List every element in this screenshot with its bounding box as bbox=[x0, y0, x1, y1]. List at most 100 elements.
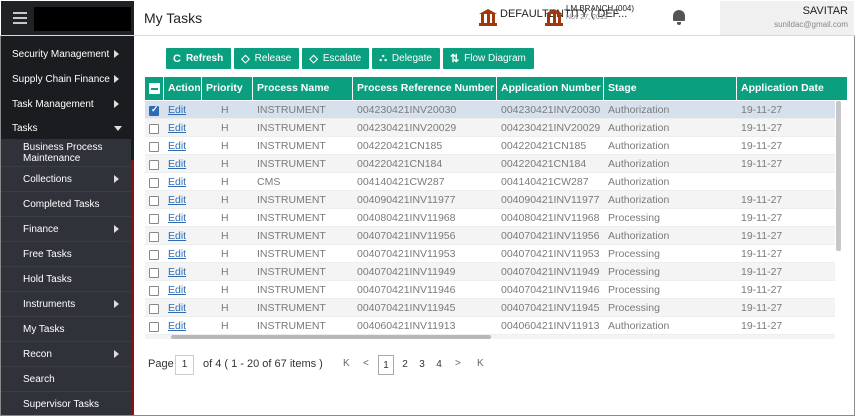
edit-link[interactable]: Edit bbox=[164, 119, 202, 137]
column-header-application-date[interactable]: Application Date bbox=[737, 77, 847, 100]
sidebar-item-collections[interactable]: Collections bbox=[1, 167, 131, 191]
delegate-label: Delegate bbox=[391, 53, 432, 64]
sidebar-item-recon[interactable]: Recon bbox=[1, 342, 131, 366]
row-checkbox[interactable] bbox=[149, 322, 159, 332]
priority-cell: H bbox=[221, 320, 229, 332]
edit-link[interactable]: Edit bbox=[164, 155, 202, 173]
flow-diagram-button[interactable]: ⇅ Flow Diagram bbox=[442, 48, 534, 69]
column-header-process-name[interactable]: Process Name bbox=[253, 77, 353, 100]
row-checkbox[interactable] bbox=[149, 304, 159, 314]
flow-diagram-icon: ⇅ bbox=[449, 53, 460, 65]
table-row[interactable]: Edit H INSTRUMENT 004070421INV11949 00407042… bbox=[145, 263, 835, 281]
column-header-priority[interactable]: Priority bbox=[202, 77, 253, 100]
row-checkbox[interactable] bbox=[149, 160, 159, 170]
table-row[interactable]: Edit H INSTRUMENT 004070421INV11945 00407042… bbox=[145, 299, 835, 317]
page-4-button[interactable]: 4 bbox=[431, 355, 447, 375]
page-number-input[interactable]: 1 bbox=[175, 355, 194, 375]
select-all-checkbox[interactable] bbox=[149, 83, 160, 94]
table-row[interactable]: Edit H INSTRUMENT 004230421INV20029 00423042… bbox=[145, 119, 835, 137]
refresh-label: Refresh bbox=[185, 53, 224, 64]
table-horizontal-scrollbar[interactable] bbox=[171, 335, 491, 339]
delegate-button[interactable]: ⛬ Delegate bbox=[372, 48, 440, 69]
next-page-button[interactable]: > bbox=[455, 358, 461, 369]
column-header-process-reference-number[interactable]: Process Reference Number bbox=[353, 77, 497, 100]
table-row[interactable]: Edit H INSTRUMENT 004070421INV11956 00407042… bbox=[145, 227, 835, 245]
sidebar-item-hold-tasks[interactable]: Hold Tasks bbox=[1, 267, 131, 291]
edit-link[interactable]: Edit bbox=[164, 263, 202, 281]
sidebar-item-label: Recon bbox=[23, 349, 52, 360]
sidebar-item-my-tasks[interactable]: My Tasks bbox=[1, 317, 131, 341]
row-checkbox[interactable] bbox=[149, 286, 159, 296]
sidebar-item-task-management[interactable]: Task Management bbox=[1, 94, 131, 114]
table-row[interactable]: Edit H INSTRUMENT 004220421CN184 004220421CN… bbox=[145, 155, 835, 173]
process-name-cell: INSTRUMENT bbox=[257, 266, 326, 278]
sidebar-item-tasks[interactable]: Tasks bbox=[1, 118, 131, 138]
edit-link[interactable]: Edit bbox=[164, 137, 202, 155]
row-checkbox[interactable] bbox=[149, 142, 159, 152]
application-date-cell: 19-11-27 bbox=[741, 140, 783, 152]
sidebar-item-business-process-maintenance[interactable]: Business Process Maintenance bbox=[1, 139, 131, 166]
row-checkbox[interactable] bbox=[149, 250, 159, 260]
table-row[interactable]: Edit H INSTRUMENT 004080421INV11968 00408042… bbox=[145, 209, 835, 227]
table-row[interactable]: Edit H INSTRUMENT 004060421INV11913 00406042… bbox=[145, 317, 835, 335]
page-info: of 4 ( 1 - 20 of 67 items ) bbox=[203, 358, 323, 370]
release-button[interactable]: ◇ Release bbox=[234, 48, 300, 69]
row-checkbox[interactable] bbox=[149, 232, 159, 242]
row-checkbox[interactable] bbox=[149, 104, 159, 116]
edit-link[interactable]: Edit bbox=[164, 101, 202, 119]
table-row[interactable]: Edit H INSTRUMENT 004230421INV20030 00423042… bbox=[145, 101, 835, 119]
menu-toggle-button[interactable] bbox=[1, 1, 134, 35]
edit-link[interactable]: Edit bbox=[164, 299, 202, 317]
sidebar-item-search[interactable]: Search bbox=[1, 367, 131, 391]
row-checkbox[interactable] bbox=[149, 178, 159, 188]
edit-link[interactable]: Edit bbox=[164, 245, 202, 263]
prev-page-button[interactable]: < bbox=[363, 358, 369, 369]
edit-link[interactable]: Edit bbox=[164, 173, 202, 191]
page-2-button[interactable]: 2 bbox=[397, 355, 413, 375]
escalate-button[interactable]: ◇ Escalate bbox=[302, 48, 370, 69]
process-name-cell: CMS bbox=[257, 176, 281, 188]
table-row[interactable]: Edit H INSTRUMENT 004090421INV11977 00409042… bbox=[145, 191, 835, 209]
column-header-action[interactable]: Action bbox=[164, 77, 202, 100]
edit-link[interactable]: Edit bbox=[164, 227, 202, 245]
first-page-button[interactable]: K bbox=[343, 358, 350, 369]
table-row[interactable]: Edit H CMS 004140421CW287 004140421CW287 Auth… bbox=[145, 173, 835, 191]
sidebar-item-finance[interactable]: Finance bbox=[1, 217, 131, 241]
edit-link[interactable]: Edit bbox=[164, 209, 202, 227]
edit-link[interactable]: Edit bbox=[164, 317, 202, 335]
sidebar-item-security-management[interactable]: Security Management bbox=[1, 44, 131, 64]
table-vertical-scrollbar[interactable] bbox=[836, 101, 841, 251]
page-3-button[interactable]: 3 bbox=[414, 355, 430, 375]
edit-link[interactable]: Edit bbox=[164, 191, 202, 209]
row-checkbox[interactable] bbox=[149, 268, 159, 278]
sidebar-item-completed-tasks[interactable]: Completed Tasks bbox=[1, 192, 131, 216]
stage-cell: Authorization bbox=[608, 104, 670, 116]
user-menu[interactable]: SAVITAR sunildac@gmail.com bbox=[720, 1, 854, 35]
sidebar-item-instruments[interactable]: Instruments bbox=[1, 292, 131, 316]
refresh-button[interactable]: C Refresh bbox=[166, 48, 232, 69]
column-header-application-number[interactable]: Application Number bbox=[497, 77, 604, 100]
table-row[interactable]: Edit H INSTRUMENT 004070421INV11946 00407042… bbox=[145, 281, 835, 299]
process-name-cell: INSTRUMENT bbox=[257, 158, 326, 170]
process-reference-cell: 004220421CN184 bbox=[357, 158, 443, 170]
select-all-cell[interactable] bbox=[145, 77, 164, 100]
row-checkbox[interactable] bbox=[149, 214, 159, 224]
last-page-button[interactable]: K bbox=[477, 358, 484, 369]
page-1-button[interactable]: 1 bbox=[378, 355, 394, 375]
sidebar-scrollbar[interactable] bbox=[131, 160, 134, 415]
stage-cell: Processing bbox=[608, 284, 660, 296]
edit-link[interactable]: Edit bbox=[164, 281, 202, 299]
table-row[interactable]: Edit H INSTRUMENT 004220421CN185 004220421CN… bbox=[145, 137, 835, 155]
sidebar-item-supervisor-tasks[interactable]: Supervisor Tasks bbox=[1, 392, 131, 415]
release-icon: ◇ bbox=[241, 53, 250, 65]
branch-selector[interactable]: LM BRANCH (004) Nov 27, 2019 bbox=[566, 4, 634, 22]
sidebar-item-supply-chain-finance[interactable]: Supply Chain Finance bbox=[1, 69, 131, 89]
table-row[interactable]: Edit H INSTRUMENT 004070421INV11953 00407042… bbox=[145, 245, 835, 263]
application-number-cell: 004070421INV11949 bbox=[501, 266, 600, 278]
row-checkbox[interactable] bbox=[149, 196, 159, 206]
sidebar-item-free-tasks[interactable]: Free Tasks bbox=[1, 242, 131, 266]
column-header-stage[interactable]: Stage bbox=[604, 77, 737, 100]
application-date-cell: 19-11-27 bbox=[741, 158, 783, 170]
row-checkbox[interactable] bbox=[149, 124, 159, 134]
bell-icon[interactable] bbox=[672, 10, 686, 26]
